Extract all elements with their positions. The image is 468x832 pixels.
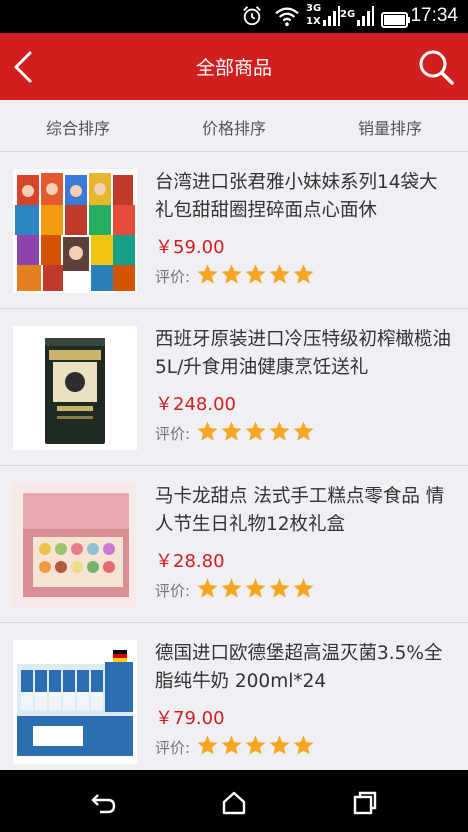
battery-icon [381, 12, 410, 28]
network-type-label-2: 1X [306, 16, 321, 27]
network-type-label-3: 2G [340, 9, 356, 20]
product-image [13, 326, 137, 450]
sort-bar: 综合排序 价格排序 销量排序 [0, 100, 468, 152]
star-icon [245, 421, 266, 441]
rating-label: 评价: [155, 425, 191, 443]
star-icon [197, 264, 218, 284]
product-price: ￥248.00 [155, 394, 236, 415]
star-icon [197, 421, 218, 441]
product-image [13, 640, 137, 764]
nav-back-icon[interactable] [88, 788, 118, 818]
product-image [13, 169, 137, 293]
rating-stars [196, 263, 316, 287]
star-icon [293, 264, 314, 284]
star-icon [269, 421, 290, 441]
star-icon [221, 264, 242, 284]
star-icon [221, 421, 242, 441]
search-icon[interactable] [416, 47, 456, 87]
page-title: 全部商品 [195, 57, 272, 79]
star-icon [269, 578, 290, 598]
nav-recents-icon[interactable] [350, 788, 380, 818]
star-icon [269, 264, 290, 284]
rating-label: 评价: [155, 739, 191, 757]
star-icon [269, 735, 290, 755]
product-image [13, 483, 137, 607]
star-icon [221, 578, 242, 598]
tab-sort-overall[interactable]: 综合排序 [18, 115, 138, 139]
app-bar: 全部商品 [0, 33, 468, 100]
star-icon [221, 735, 242, 755]
star-icon [197, 735, 218, 755]
product-name: 西班牙原装进口冷压特级初榨橄榄油5L/升食用油健康烹饪送礼 [155, 329, 452, 378]
product-price: ￥79.00 [155, 708, 225, 729]
list-item[interactable]: 台湾进口张君雅小妹妹系列14袋大礼包甜甜圈捏碎面点心面休 ￥59.00 评价: [0, 153, 468, 309]
star-icon [197, 578, 218, 598]
wifi-icon [275, 7, 299, 27]
list-item[interactable]: 马卡龙甜点 法式手工糕点零食品 情人节生日礼物12枚礼盒 ￥28.80 评价: [0, 467, 468, 623]
star-icon [293, 735, 314, 755]
signal-icon-1 [323, 6, 340, 26]
product-price: ￥59.00 [155, 237, 225, 258]
rating-label: 评价: [155, 268, 191, 286]
rating-stars [196, 420, 316, 444]
tab-sort-sales[interactable]: 销量排序 [330, 115, 450, 139]
product-name: 台湾进口张君雅小妹妹系列14袋大礼包甜甜圈捏碎面点心面休 [155, 172, 438, 221]
list-item[interactable]: 德国进口欧德堡超高温灭菌3.5%全脂纯牛奶 200ml*24 ￥79.00 评价… [0, 624, 468, 780]
list-item[interactable]: 西班牙原装进口冷压特级初榨橄榄油5L/升食用油健康烹饪送礼 ￥248.00 评价… [0, 310, 468, 466]
rating-label: 评价: [155, 582, 191, 600]
product-price: ￥28.80 [155, 551, 225, 572]
star-icon [245, 735, 266, 755]
system-nav-bar [0, 770, 468, 832]
product-name: 马卡龙甜点 法式手工糕点零食品 情人节生日礼物12枚礼盒 [155, 486, 445, 535]
star-icon [293, 421, 314, 441]
nav-home-icon[interactable] [219, 788, 249, 818]
star-icon [245, 264, 266, 284]
status-bar: 3G 1X 2G 17:34 [0, 0, 468, 33]
tab-sort-price[interactable]: 价格排序 [174, 115, 294, 139]
rating-stars [196, 734, 316, 758]
alarm-icon [243, 6, 261, 26]
product-name: 德国进口欧德堡超高温灭菌3.5%全脂纯牛奶 200ml*24 [155, 643, 443, 692]
signal-icon-2 [357, 6, 374, 26]
rating-stars [196, 577, 316, 601]
star-icon [245, 578, 266, 598]
status-time: 17:34 [410, 5, 458, 26]
star-icon [293, 578, 314, 598]
network-type-label-1: 3G [306, 3, 322, 14]
